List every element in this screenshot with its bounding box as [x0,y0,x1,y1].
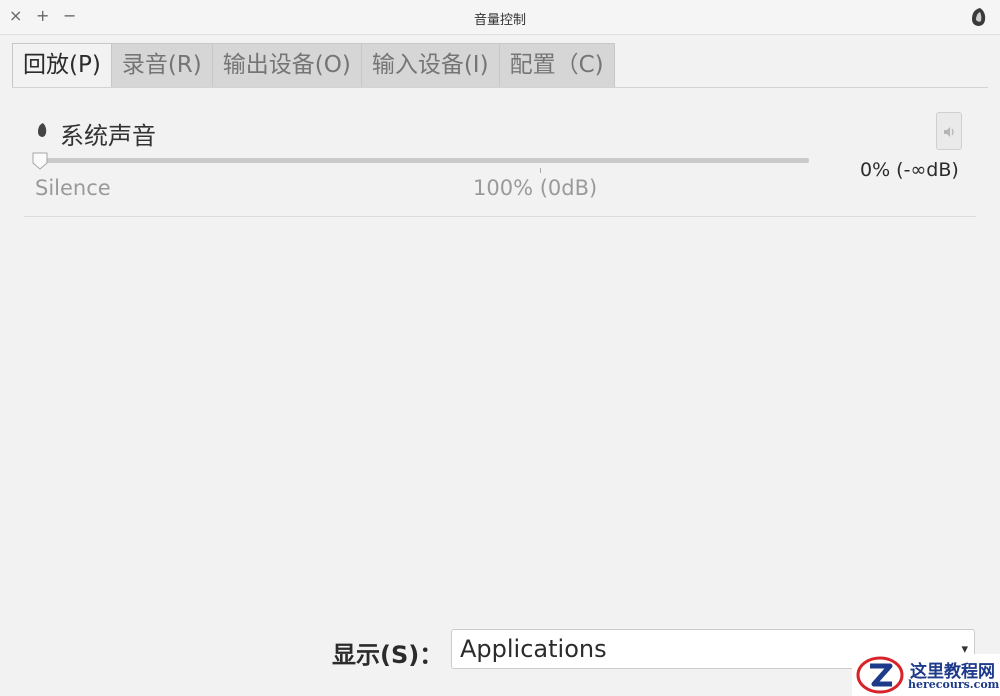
volume-slider-handle[interactable] [32,152,48,170]
tab-bar: 回放(P) 录音(R) 输出设备(O) 输入设备(I) 配置（C) [12,43,615,88]
scale-min-label: Silence [35,176,111,200]
tab-output-devices[interactable]: 输出设备(O) [212,43,362,88]
tab-recording[interactable]: 录音(R) [111,43,213,88]
tab-input-devices[interactable]: 输入设备(I) [361,43,500,88]
watermark-logo [856,656,904,694]
watermark: 这里教程网 herecours.com [852,654,1000,696]
volume-icon [944,127,954,137]
watermark-subtitle: herecours.com [908,678,1000,691]
volume-slider[interactable] [34,158,809,163]
mute-button[interactable] [936,112,962,150]
scale-100-label: 100% (0dB) [473,176,598,200]
show-label: 显示(S)： [332,641,444,669]
title-bar: × + − 音量控制 [0,0,1000,35]
tab-playback[interactable]: 回放(P) [12,43,112,88]
volume-100-mark [540,168,541,173]
speaker-icon [972,8,986,26]
stream-row-system-sounds: 系统声音 Silence 100% (0dB) 0% (-∞dB) [24,100,976,217]
volume-value: 0% (-∞dB) [860,159,959,181]
window-title: 音量控制 [473,13,526,28]
tab-configuration[interactable]: 配置（C) [499,43,615,88]
stream-name: 系统声音 [60,122,156,150]
show-select-value: Applications [460,635,607,663]
speaker-small-icon [38,123,47,137]
tab-divider [12,87,988,88]
